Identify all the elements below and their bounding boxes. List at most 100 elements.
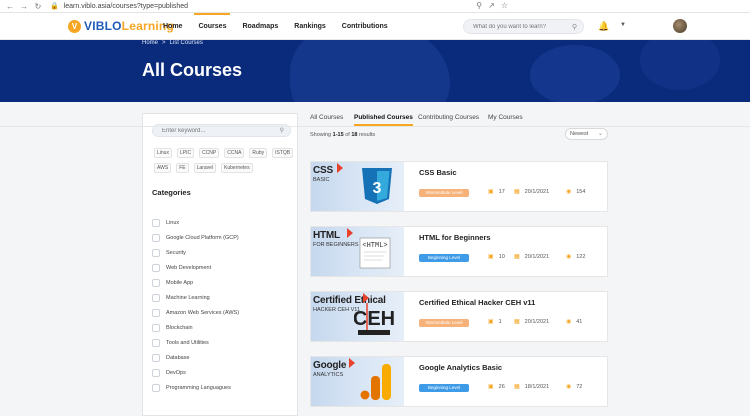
- course-title[interactable]: HTML for Beginners: [419, 233, 491, 242]
- category-item[interactable]: Linux: [152, 215, 239, 230]
- css3-logo-icon: 3: [362, 168, 392, 204]
- search-icon[interactable]: ⚲: [572, 23, 577, 31]
- course-thumbnail[interactable]: CSS BASIC 3: [311, 162, 404, 211]
- category-checkbox[interactable]: [152, 323, 160, 332]
- tag-chip[interactable]: FE: [176, 163, 189, 173]
- publish-date: ▦ 20/1/2021: [514, 188, 550, 196]
- tag-chip[interactable]: CCNP: [199, 148, 220, 158]
- nav-roadmaps[interactable]: Roadmaps: [234, 13, 286, 40]
- chevron-right-icon: [337, 163, 343, 173]
- category-checkbox[interactable]: [152, 293, 160, 302]
- category-checkbox[interactable]: [152, 368, 160, 377]
- course-card[interactable]: Google ANALYTICS Google Analytics Basic Beg…: [310, 356, 608, 407]
- keyword-search-input[interactable]: [153, 125, 273, 137]
- category-label: Web Development: [166, 264, 212, 271]
- category-label: Mobile App: [166, 279, 194, 286]
- tag-chip[interactable]: Kubernetes: [221, 163, 253, 173]
- tab-all-courses[interactable]: All Courses: [310, 114, 343, 124]
- category-item[interactable]: Tools and Utilities: [152, 335, 239, 350]
- course-card[interactable]: CSS BASIC 3 CSS Basic Intermediate Level ▣ 17 ▦…: [310, 161, 608, 212]
- category-checkbox[interactable]: [152, 338, 160, 347]
- category-item[interactable]: Amazon Web Services (AWS): [152, 305, 239, 320]
- publish-date-value: 20/1/2021: [524, 318, 550, 325]
- address-bar[interactable]: 🔒 learn.viblo.asia/courses?type=publishe…: [50, 1, 510, 12]
- star-icon[interactable]: ☆: [501, 1, 508, 10]
- category-checkbox[interactable]: [152, 233, 160, 242]
- tag-chip[interactable]: Ruby: [249, 148, 268, 158]
- category-item[interactable]: Machine Learning: [152, 290, 239, 305]
- category-item[interactable]: DevOps: [152, 365, 239, 380]
- key-icon[interactable]: ⚲: [476, 1, 482, 10]
- category-checkbox[interactable]: [152, 353, 160, 362]
- bell-icon[interactable]: 🔔: [598, 21, 609, 32]
- category-checkbox[interactable]: [152, 263, 160, 272]
- category-label: DevOps: [166, 369, 186, 376]
- chevron-down-icon[interactable]: ▼: [620, 22, 626, 28]
- share-icon[interactable]: ↗: [488, 1, 495, 10]
- category-list: Linux Google Cloud Platform (GCP) Security…: [152, 215, 239, 395]
- nav-rankings[interactable]: Rankings: [286, 13, 334, 40]
- lesson-count: ▣ 26: [488, 383, 505, 391]
- category-item[interactable]: Google Cloud Platform (GCP): [152, 230, 239, 245]
- header-search-input[interactable]: [464, 20, 564, 33]
- category-item[interactable]: Mobile App: [152, 275, 239, 290]
- back-icon[interactable]: ←: [4, 0, 16, 12]
- tag-chip[interactable]: LPIC: [176, 148, 195, 158]
- tab-published-courses[interactable]: Published Courses: [354, 114, 413, 126]
- forward-icon[interactable]: →: [18, 0, 30, 12]
- tag-chip[interactable]: Laravel: [193, 163, 217, 173]
- course-thumbnail[interactable]: Google ANALYTICS: [311, 357, 404, 406]
- category-item[interactable]: Web Development: [152, 260, 239, 275]
- publish-date-value: 20/1/2021: [524, 188, 550, 195]
- category-item[interactable]: Programming Languagues: [152, 380, 239, 395]
- category-label: Tools and Utilities: [166, 339, 209, 346]
- category-checkbox[interactable]: [152, 248, 160, 257]
- svg-text:<HTML>: <HTML>: [362, 242, 387, 250]
- view-count-value: 122: [576, 253, 586, 260]
- tag-chip[interactable]: ISTQB: [272, 148, 294, 158]
- thumbnail-mark: CEH: [353, 297, 395, 339]
- tag-chip[interactable]: CCNA: [224, 148, 245, 158]
- avatar[interactable]: [673, 19, 687, 33]
- tag-chip[interactable]: AWS: [154, 163, 172, 173]
- course-thumbnail[interactable]: Certified Ethical HACKER CEH V11 CEH: [311, 292, 404, 341]
- course-thumbnail[interactable]: HTML FOR BEGINNERS <HTML>: [311, 227, 404, 276]
- header-search[interactable]: ⚲: [463, 19, 584, 34]
- category-checkbox[interactable]: [152, 278, 160, 287]
- filter-sidebar: ⚲ Linux LPIC CCNP CCNA Ruby ISTQB AWS FE Laravel…: [142, 113, 298, 416]
- nav-contributions[interactable]: Contributions: [334, 13, 396, 40]
- category-item[interactable]: Security: [152, 245, 239, 260]
- google-analytics-icon: [360, 364, 391, 400]
- hero-banner: Home > List Courses All Courses: [0, 40, 750, 102]
- page-title: All Courses: [142, 60, 243, 80]
- sort-select[interactable]: Newest ⌄: [565, 128, 608, 140]
- category-item[interactable]: Blockchain: [152, 320, 239, 335]
- lock-icon: 🔒: [50, 3, 59, 10]
- search-icon[interactable]: ⚲: [280, 127, 284, 134]
- result-of: of: [345, 132, 350, 138]
- nav-courses[interactable]: Courses: [190, 13, 234, 40]
- course-title[interactable]: CSS Basic: [419, 168, 457, 177]
- course-card[interactable]: Certified Ethical HACKER CEH V11 CEH Certif…: [310, 291, 608, 342]
- category-item[interactable]: Database: [152, 350, 239, 365]
- category-checkbox[interactable]: [152, 308, 160, 317]
- reload-icon[interactable]: ↻: [32, 0, 44, 12]
- breadcrumb-home[interactable]: Home: [142, 40, 158, 46]
- hero-decoration: [530, 45, 620, 102]
- tab-my-courses[interactable]: My Courses: [488, 114, 523, 124]
- thumbnail-subtitle: BASIC: [313, 177, 330, 183]
- tabs-divider: [0, 126, 750, 127]
- course-title[interactable]: Google Analytics Basic: [419, 363, 502, 372]
- course-card[interactable]: HTML FOR BEGINNERS <HTML> HTML for Beginner…: [310, 226, 608, 277]
- category-checkbox[interactable]: [152, 218, 160, 227]
- course-title[interactable]: Certified Ethical Hacker CEH v11: [419, 298, 535, 307]
- nav-home[interactable]: Home: [155, 13, 190, 40]
- level-badge: Beginning Level: [419, 384, 469, 392]
- tab-contributing-courses[interactable]: Contributing Courses: [418, 114, 479, 124]
- category-label: Blockchain: [166, 324, 193, 331]
- lesson-count: ▣ 17: [488, 188, 505, 196]
- tag-chip[interactable]: Linux: [154, 148, 172, 158]
- thumbnail-subtitle: FOR BEGINNERS: [313, 242, 359, 248]
- lessons-icon: ▣: [488, 189, 494, 195]
- category-checkbox[interactable]: [152, 383, 160, 392]
